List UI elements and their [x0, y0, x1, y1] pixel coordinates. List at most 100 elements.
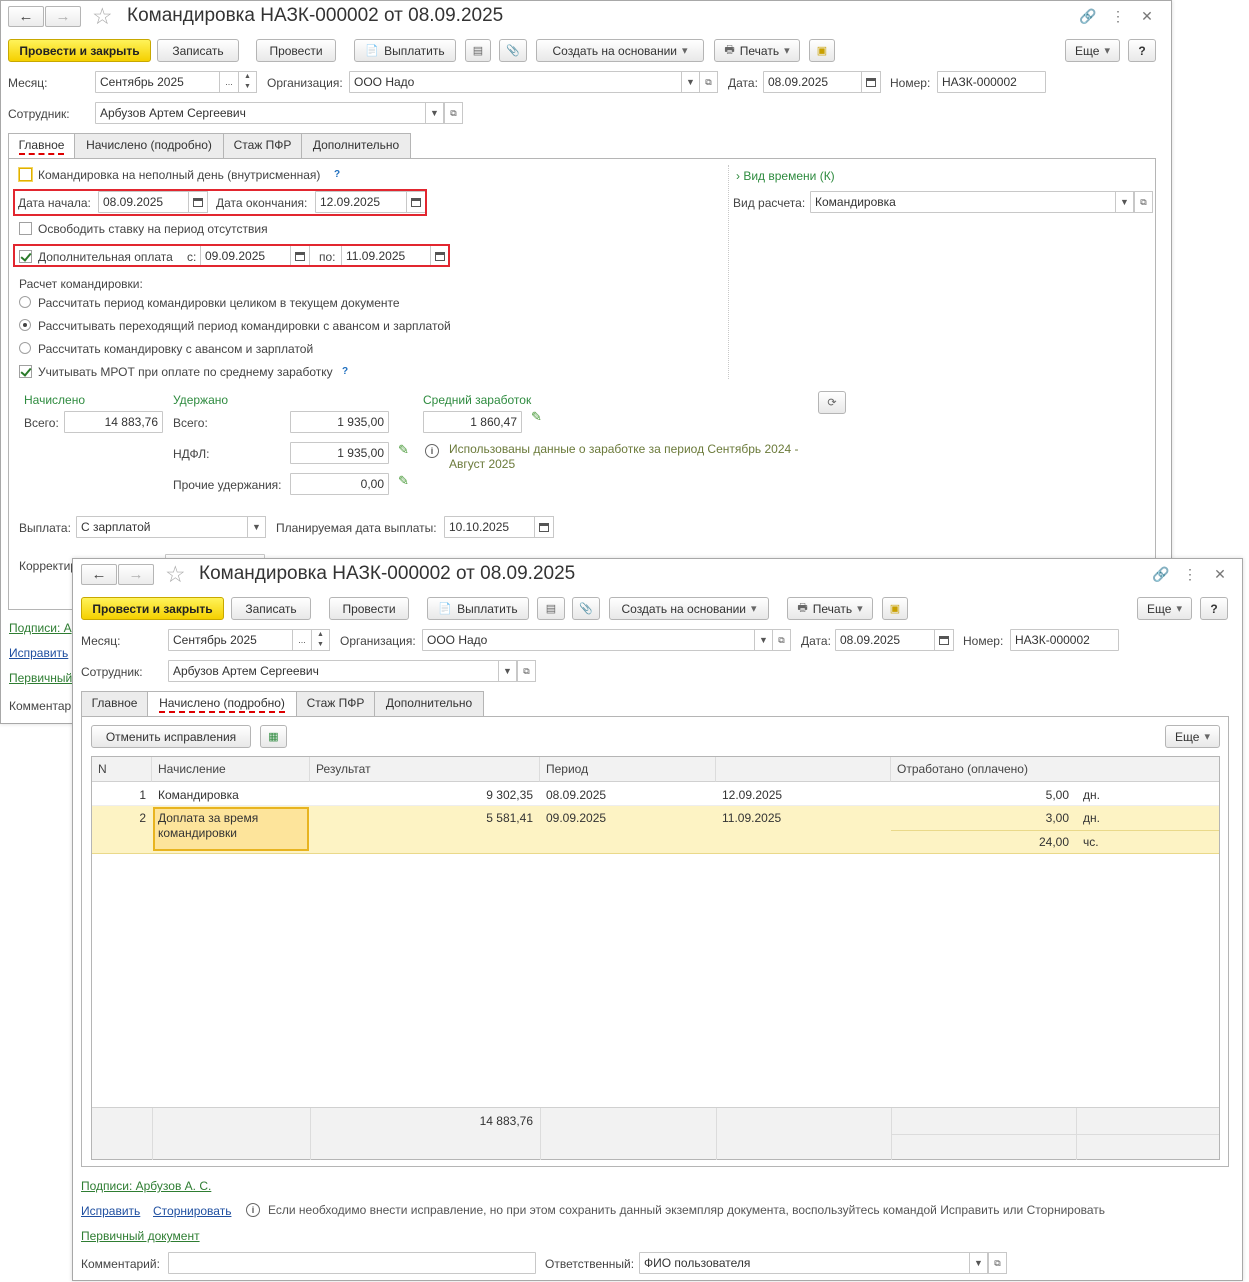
responsible-field[interactable]: ФИО пользователя — [639, 1252, 970, 1274]
pencil-icon[interactable]: ✎ — [398, 442, 409, 458]
month-field[interactable]: Сентябрь 2025 — [168, 629, 293, 651]
post-button[interactable]: Провести — [329, 597, 409, 620]
cancel-fix-button[interactable]: Отменить исправления — [91, 725, 251, 748]
tab-accrued-detailed[interactable]: Начислено (подробно) — [74, 133, 224, 158]
radio-transition-period[interactable] — [19, 319, 31, 331]
add-row-button[interactable]: ▦ — [260, 725, 287, 748]
print-button[interactable]: 🖶 Печать ▾ — [787, 597, 873, 620]
org-field[interactable]: ООО Надо — [349, 71, 682, 93]
col-period-end[interactable] — [716, 757, 891, 782]
open-icon[interactable]: ⧉ — [444, 102, 463, 124]
number-field[interactable]: НАЗК-000002 — [1010, 629, 1119, 651]
signatures-link[interactable]: Подписи: Арбузов А. С. — [81, 1179, 211, 1193]
back-arrow-icon[interactable]: ← — [8, 6, 44, 27]
pencil-icon[interactable]: ✎ — [531, 409, 542, 425]
link-icon[interactable]: 🔗 — [1078, 6, 1098, 26]
create-based-button[interactable]: Создать на основании ▾ — [536, 39, 704, 62]
structure-button[interactable]: ▣ — [882, 597, 908, 620]
more-button[interactable]: Еще ▾ — [1137, 597, 1192, 620]
table-row[interactable]: 1 Командировка 9 302,35 08.09.2025 12.09… — [92, 782, 1219, 806]
open-icon[interactable]: ⧉ — [988, 1252, 1007, 1274]
employee-field[interactable]: Арбузов Артем Сергеевич — [168, 660, 499, 682]
mrot-checkbox[interactable] — [19, 365, 32, 378]
date-field[interactable]: 08.09.2025 — [763, 71, 862, 93]
calendar-icon[interactable] — [534, 516, 554, 538]
comment-field[interactable] — [168, 1252, 536, 1274]
plan-date-field[interactable]: 10.10.2025 — [444, 516, 535, 538]
tab-pfr-experience[interactable]: Стаж ПФР — [296, 691, 375, 716]
col-n[interactable]: N — [92, 757, 152, 782]
attach-button[interactable]: 📎 — [572, 597, 600, 620]
back-arrow-icon[interactable]: ← — [81, 564, 117, 585]
kebab-menu-icon[interactable]: ⋮ — [1180, 564, 1200, 584]
col-worked[interactable]: Отработано (оплачено) — [891, 757, 1219, 782]
fix-link[interactable]: Исправить — [9, 646, 68, 660]
tab-main[interactable]: Главное — [81, 691, 148, 716]
structure-button[interactable]: ▣ — [809, 39, 835, 62]
month-stepper[interactable]: ▲ ▼ — [311, 629, 330, 651]
report-icon-button[interactable]: ▤ — [465, 39, 491, 62]
radio-full-period[interactable] — [19, 296, 31, 308]
open-icon[interactable]: ⧉ — [772, 629, 791, 651]
table-more-button[interactable]: Еще ▾ — [1165, 725, 1220, 748]
attach-button[interactable]: 📎 — [499, 39, 527, 62]
pay-button[interactable]: 📄 Выплатить — [427, 597, 529, 620]
open-icon[interactable]: ⧉ — [699, 71, 718, 93]
report-icon-button[interactable]: ▤ — [537, 597, 565, 620]
month-stepper[interactable]: ▲ ▼ — [238, 71, 257, 93]
storno-link[interactable]: Сторнировать — [153, 1204, 231, 1218]
open-icon[interactable]: ⧉ — [1134, 191, 1153, 213]
col-accrual[interactable]: Начисление — [152, 757, 310, 782]
tab-additional[interactable]: Дополнительно — [301, 133, 411, 158]
dropdown-arrow-icon[interactable]: ▼ — [969, 1252, 988, 1274]
print-button[interactable]: 🖶 Печать ▾ — [714, 39, 800, 62]
kebab-menu-icon[interactable]: ⋮ — [1108, 6, 1128, 26]
dropdown-arrow-icon[interactable]: ▼ — [247, 516, 266, 538]
help-icon[interactable]: ? — [334, 169, 340, 180]
number-field[interactable]: НАЗК-000002 — [937, 71, 1046, 93]
employee-field[interactable]: Арбузов Артем Сергеевич — [95, 102, 426, 124]
calendar-icon[interactable] — [934, 629, 954, 651]
time-kind-link[interactable]: › Вид времени (К) — [736, 169, 835, 183]
dropdown-arrow-icon[interactable]: ▼ — [498, 660, 517, 682]
dropdown-arrow-icon[interactable]: ▼ — [681, 71, 700, 93]
close-icon[interactable]: ✕ — [1137, 6, 1157, 26]
refresh-button[interactable]: ⟳ — [818, 391, 846, 414]
save-button[interactable]: Записать — [231, 597, 311, 620]
col-period[interactable]: Период — [540, 757, 716, 782]
month-select-button[interactable]: ... — [292, 629, 312, 651]
help-button[interactable]: ? — [1128, 39, 1156, 62]
partial-day-checkbox[interactable] — [19, 168, 32, 181]
create-based-button[interactable]: Создать на основании ▾ — [609, 597, 769, 620]
table-row[interactable]: 2 Доплата за время командировки 5 581,41… — [92, 806, 1219, 854]
signatures-link[interactable]: Подписи: А — [9, 621, 72, 635]
dropdown-arrow-icon[interactable]: ▼ — [1115, 191, 1134, 213]
payout-field[interactable]: С зарплатой — [76, 516, 248, 538]
tab-accrued-detailed[interactable]: Начислено (подробно) — [147, 691, 297, 717]
star-icon[interactable]: ☆ — [165, 561, 186, 587]
calc-kind-field[interactable]: Командировка — [810, 191, 1117, 213]
date-field[interactable]: 08.09.2025 — [835, 629, 935, 651]
link-icon[interactable]: 🔗 — [1151, 564, 1171, 584]
pay-button[interactable]: 📄 Выплатить — [354, 39, 456, 62]
org-field[interactable]: ООО Надо — [422, 629, 755, 651]
tab-main[interactable]: Главное — [8, 133, 75, 159]
more-button[interactable]: Еще ▾ — [1065, 39, 1120, 62]
month-select-button[interactable]: ... — [219, 71, 239, 93]
tab-pfr-experience[interactable]: Стаж ПФР — [223, 133, 302, 158]
help-button[interactable]: ? — [1200, 597, 1228, 620]
calendar-icon[interactable] — [861, 71, 881, 93]
post-and-close-button[interactable]: Провести и закрыть — [81, 597, 224, 620]
forward-arrow-icon[interactable]: → — [45, 6, 81, 27]
tab-additional[interactable]: Дополнительно — [374, 691, 484, 716]
forward-arrow-icon[interactable]: → — [118, 564, 154, 585]
help-icon[interactable]: ? — [342, 366, 348, 377]
radio-with-advance[interactable] — [19, 342, 31, 354]
save-button[interactable]: Записать — [157, 39, 239, 62]
dropdown-arrow-icon[interactable]: ▼ — [425, 102, 444, 124]
close-icon[interactable]: ✕ — [1210, 564, 1230, 584]
dropdown-arrow-icon[interactable]: ▼ — [754, 629, 773, 651]
primary-doc-link[interactable]: Первичный — [9, 671, 72, 685]
primary-doc-link[interactable]: Первичный документ — [81, 1229, 200, 1243]
star-icon[interactable]: ☆ — [92, 3, 113, 29]
